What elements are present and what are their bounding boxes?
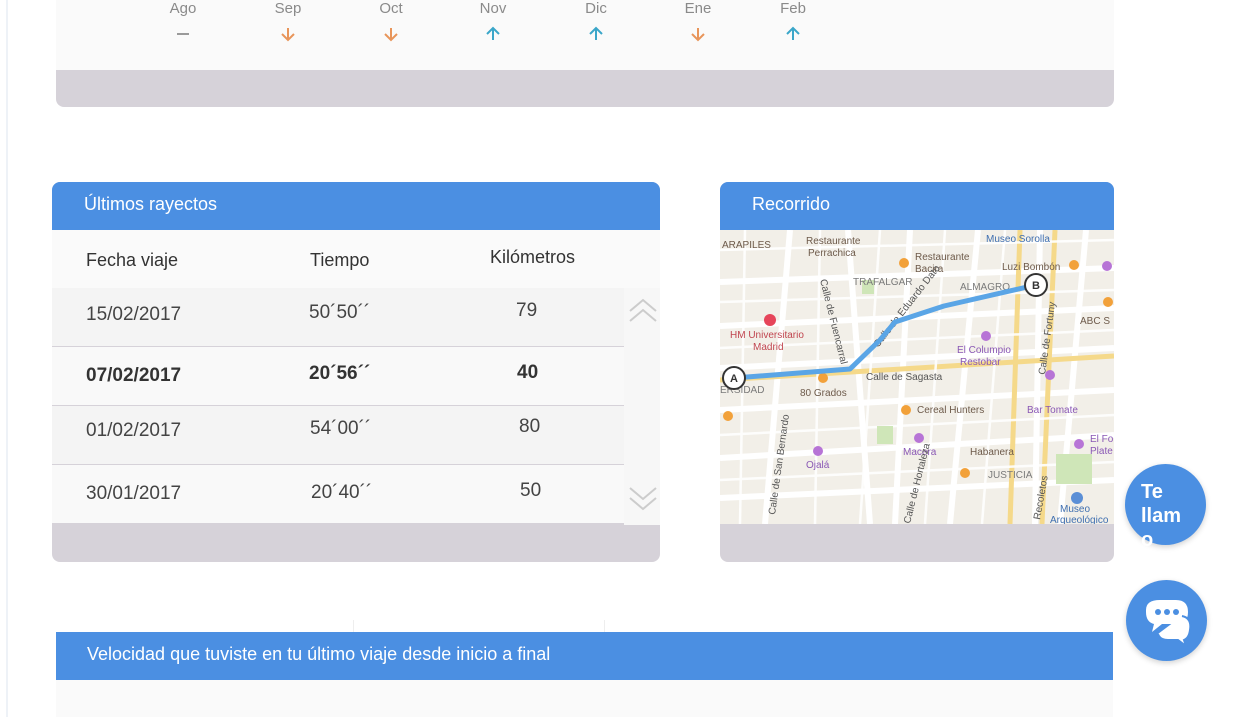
- map-label: Plate: [1090, 446, 1113, 457]
- month-ene: Ene: [668, 0, 728, 42]
- trip-km: 79: [516, 300, 538, 321]
- trend-up-icon: [589, 26, 603, 40]
- map-label: Arqueológico: [1050, 515, 1109, 524]
- month-label: Sep: [274, 0, 302, 17]
- map-label: 80 Grados: [800, 388, 847, 399]
- trend-down-icon: [691, 28, 705, 42]
- map-label: Museo Sorolla: [986, 234, 1050, 245]
- page-left-border: [6, 0, 8, 717]
- month-oct: Oct: [361, 0, 421, 42]
- map-label: Habanera: [970, 447, 1014, 458]
- svg-text:A: A: [730, 373, 738, 385]
- map-label: ARAPILES: [722, 240, 771, 251]
- route-end-marker: B: [1024, 273, 1048, 297]
- column-header-time: Tiempo: [310, 250, 370, 270]
- trip-date: 30/01/2017: [86, 483, 182, 504]
- month-label: Oct: [379, 0, 403, 17]
- map-label: Calle de Sagasta: [866, 372, 943, 383]
- route-card: Recorrido ARAPILES Restaurante Perrachic…: [720, 182, 1114, 562]
- map-canvas: ARAPILES Restaurante Perrachica Restaura…: [720, 230, 1114, 524]
- monthly-trend-card: Ago Sep Oct Nov Dic Ene Feb: [56, 0, 1114, 107]
- table-row[interactable]: 01/02/2017 54´00´´ 80: [52, 406, 624, 464]
- route-start-marker: A: [722, 366, 746, 390]
- route-map[interactable]: ARAPILES Restaurante Perrachica Restaura…: [720, 230, 1114, 524]
- map-label: Restobar: [960, 357, 1001, 368]
- column-header-km: Kilómetros: [490, 247, 576, 267]
- map-label: JUSTICIA: [988, 470, 1033, 481]
- map-label: Restaurante: [915, 252, 970, 263]
- trip-date: 01/02/2017: [86, 420, 182, 441]
- trip-date: 15/02/2017: [86, 304, 182, 325]
- map-label: Restaurante: [806, 236, 861, 247]
- latest-trips-card: Últimos rayectos Fecha viaje Tiempo Kiló…: [52, 182, 660, 562]
- map-label: Cereal Hunters: [917, 405, 984, 416]
- monthly-trend-strip: Ago Sep Oct Nov Dic Ene Feb: [56, 0, 1114, 70]
- latest-trips-title: Últimos rayectos: [52, 182, 660, 230]
- trend-flat-icon: [177, 33, 189, 35]
- svg-text:B: B: [1032, 280, 1040, 292]
- month-ago: Ago: [153, 0, 213, 42]
- map-label: Museo: [1060, 504, 1090, 515]
- trip-time: 20´56´´: [309, 363, 371, 384]
- map-label: Bar Tomate: [1027, 405, 1078, 416]
- trip-km: 50: [520, 480, 542, 501]
- chat-icon: [1146, 600, 1192, 649]
- table-row[interactable]: 30/01/2017 20´40´´ 50: [52, 465, 624, 523]
- map-label: TRAFALGAR: [853, 277, 912, 288]
- trend-down-icon: [384, 28, 398, 42]
- trip-date: 07/02/2017: [86, 365, 182, 386]
- month-label: Nov: [479, 0, 507, 17]
- route-title: Recorrido: [720, 182, 1114, 230]
- trip-time: 54´00´´: [310, 418, 372, 439]
- month-label: Dic: [585, 0, 607, 17]
- table-row[interactable]: 15/02/2017 50´50´´ 79: [52, 288, 624, 346]
- map-label: Ojalá: [806, 460, 830, 471]
- map-label: Perrachica: [808, 248, 856, 259]
- map-label: ABC S: [1080, 316, 1110, 327]
- trend-down-icon: [281, 28, 295, 42]
- table-row-selected[interactable]: 07/02/2017 20´56´´ 40: [52, 347, 624, 405]
- scroll-up-icon[interactable]: [626, 295, 660, 329]
- month-label: Feb: [780, 0, 806, 17]
- month-nov: Nov: [463, 0, 523, 42]
- map-label: El Columpio: [957, 345, 1011, 356]
- call-me-button[interactable]: Te llamo: [1125, 464, 1206, 551]
- month-label: Ene: [684, 0, 712, 17]
- trip-time: 20´40´´: [311, 482, 373, 503]
- trend-up-icon: [786, 26, 800, 40]
- month-label: Ago: [169, 0, 197, 17]
- column-header-date: Fecha viaje: [86, 250, 179, 270]
- month-feb: Feb: [763, 0, 823, 42]
- speed-card: Velocidad que tuviste en tu último viaje…: [56, 632, 1113, 717]
- month-sep: Sep: [258, 0, 318, 42]
- map-label: Madrid: [753, 342, 784, 353]
- map-label: Luzi Bombón: [1002, 262, 1060, 273]
- map-label: HM Universitario: [730, 330, 804, 341]
- month-dic: Dic: [566, 0, 626, 42]
- trips-table-header: Fecha viaje Tiempo Kilómetros: [52, 230, 660, 288]
- scroll-down-icon[interactable]: [626, 480, 660, 514]
- trip-km: 40: [517, 362, 539, 383]
- speed-title: Velocidad que tuviste en tu último viaje…: [56, 632, 1113, 680]
- trip-time: 50´50´´: [309, 302, 371, 323]
- map-label: El Fo: [1090, 434, 1114, 445]
- trip-km: 80: [519, 416, 541, 437]
- chat-button[interactable]: [1126, 580, 1207, 661]
- call-me-label: Te llamo: [1141, 481, 1182, 551]
- trend-up-icon: [486, 26, 500, 40]
